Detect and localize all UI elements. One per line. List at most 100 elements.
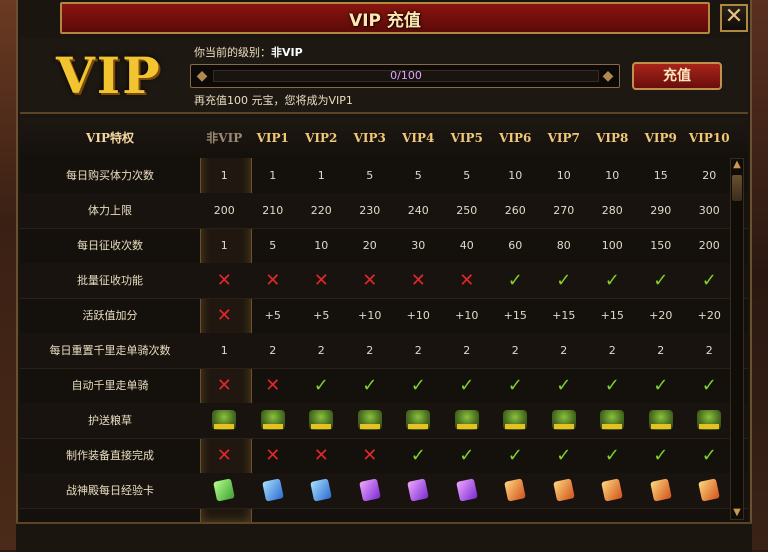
cell-value: 280 [601, 204, 623, 217]
table-row: 批量征收功能 ✕ ✕ ✕ ✕ ✕ ✕ ✓ ✓ ✓ ✓ ✓ [20, 263, 748, 299]
check-icon: ✓ [701, 375, 717, 396]
header-level-8: VIP7 [547, 131, 580, 145]
row-label: 每日购买体力次数 [66, 169, 154, 182]
row-label: 体力上限 [88, 204, 132, 217]
cross-icon: ✕ [313, 445, 329, 466]
exp-card-icon [346, 473, 395, 508]
exp-card-icon [685, 473, 734, 508]
row-label: 制作装备直接完成 [66, 449, 154, 462]
exp-card-icon [637, 473, 686, 508]
cell-value: 1 [220, 344, 228, 357]
check-icon: ✓ [604, 445, 620, 466]
progress-right-cap-icon: ◆ [602, 68, 614, 84]
check-icon: ✓ [459, 375, 475, 396]
table-row: 每日征收次数 1 5 10 20 30 40 60 80 100 150 200 [20, 228, 748, 264]
cell-value: 30 [411, 239, 426, 252]
scroll-down-icon[interactable]: ▼ [731, 507, 743, 519]
cell-value: 5 [269, 239, 277, 252]
scroll-up-icon[interactable]: ▲ [731, 159, 743, 171]
exp-card-icon [394, 473, 443, 508]
cell-value: 2 [608, 344, 616, 357]
cell-value: 1 [220, 169, 228, 182]
cell-value: 250 [456, 204, 478, 217]
check-icon: ✓ [653, 445, 669, 466]
current-level-label: 你当前的级别： [194, 46, 271, 59]
cell-value: +10 [455, 309, 479, 322]
exp-card-icon [249, 473, 298, 508]
cell-value: +10 [406, 309, 430, 322]
cross-icon: ✕ [410, 270, 426, 291]
cross-icon: ✕ [459, 270, 475, 291]
cross-icon: ✕ [362, 445, 378, 466]
row-label: 自动千里走单骑 [71, 379, 149, 392]
cell-value: +20 [649, 309, 673, 322]
check-icon: ✓ [507, 270, 523, 291]
cell-value: 220 [310, 204, 332, 217]
cross-icon: ✕ [265, 445, 281, 466]
table-row: 每日购买体力次数 1 1 1 5 5 5 10 10 10 15 20 [20, 158, 748, 194]
header-level-6: VIP5 [450, 131, 483, 145]
table-row: 活跃值加分 ✕ +5 +5 +10 +10 +10 +15 +15 +15 +20 +20 [20, 298, 748, 334]
cell-value: 2 [705, 344, 713, 357]
check-icon: ✓ [653, 375, 669, 396]
table-row: 体力上限 200 210 220 230 240 250 260 270 280 290 300 [20, 193, 748, 229]
cell-value: 60 [508, 239, 523, 252]
exp-card-icon [443, 473, 492, 508]
check-icon: ✓ [556, 375, 572, 396]
cell-value: 5 [463, 169, 471, 182]
escort-grain-icon [200, 403, 249, 438]
cross-icon: ✕ [216, 270, 232, 291]
table-row: 战神殿每日经验卡 [20, 473, 748, 509]
dialog-title: VIP 充值 [349, 10, 421, 31]
cell-value: 210 [262, 204, 284, 217]
cross-icon: ✕ [265, 270, 281, 291]
close-icon[interactable]: ✕ [720, 4, 748, 32]
cell-value: +20 [697, 309, 721, 322]
table-header: VIP特权 非VIP VIP1 VIP2 VIP3 VIP4 VIP5 VIP6 VIP7 VIP… [20, 118, 748, 158]
table-row: 护送粮草 [20, 403, 748, 439]
row-label: 批量征收功能 [77, 274, 143, 287]
cell-value: 270 [553, 204, 575, 217]
row-label: 战神殿每日经验卡 [66, 484, 154, 497]
cell-value: 230 [359, 204, 381, 217]
check-icon: ✓ [556, 270, 572, 291]
header-level-7: VIP6 [499, 131, 532, 145]
current-level-value: 非VIP [271, 46, 303, 59]
check-icon: ✓ [362, 375, 378, 396]
header-level-11: VIP10 [688, 131, 730, 145]
cell-value: 2 [560, 344, 568, 357]
cell-value: 2 [657, 344, 665, 357]
cell-value: 2 [414, 344, 422, 357]
cell-value: 1 [317, 169, 325, 182]
cell-value: +15 [503, 309, 527, 322]
header-privilege: VIP特权 [86, 131, 134, 145]
exp-card-icon [588, 473, 637, 508]
escort-grain-icon [491, 403, 540, 438]
table-row: 自动千里走单骑 ✕ ✕ ✓ ✓ ✓ ✓ ✓ ✓ ✓ ✓ ✓ [20, 368, 748, 404]
escort-grain-icon [685, 403, 734, 438]
cell-value: 2 [269, 344, 277, 357]
header-level-9: VIP8 [596, 131, 629, 145]
progress-left-cap-icon: ◆ [196, 68, 208, 84]
cell-value: 10 [314, 239, 329, 252]
cross-icon: ✕ [313, 270, 329, 291]
progress-track: 0/100 [213, 70, 599, 82]
cross-icon: ✕ [216, 445, 232, 466]
cell-value: 1 [220, 239, 228, 252]
cell-value: 150 [650, 239, 672, 252]
vip-privilege-table: VIP特权 非VIP VIP1 VIP2 VIP3 VIP4 VIP5 VIP6 VIP7 VIP… [20, 118, 748, 522]
header-level-3: VIP2 [305, 131, 338, 145]
scroll-thumb[interactable] [732, 175, 742, 201]
cell-value: 10 [605, 169, 620, 182]
table-scrollbar[interactable]: ▲ ▼ [730, 158, 744, 520]
vip-logo: VIP [56, 46, 162, 105]
cell-value: 200 [213, 204, 235, 217]
cell-value: 5 [366, 169, 374, 182]
cross-icon: ✕ [216, 375, 232, 396]
escort-grain-icon [297, 403, 346, 438]
current-level: 你当前的级别：非VIP [194, 44, 303, 60]
cell-value: 10 [556, 169, 571, 182]
check-icon: ✓ [410, 375, 426, 396]
recharge-button[interactable]: 充值 [632, 62, 722, 90]
cell-value: 2 [317, 344, 325, 357]
